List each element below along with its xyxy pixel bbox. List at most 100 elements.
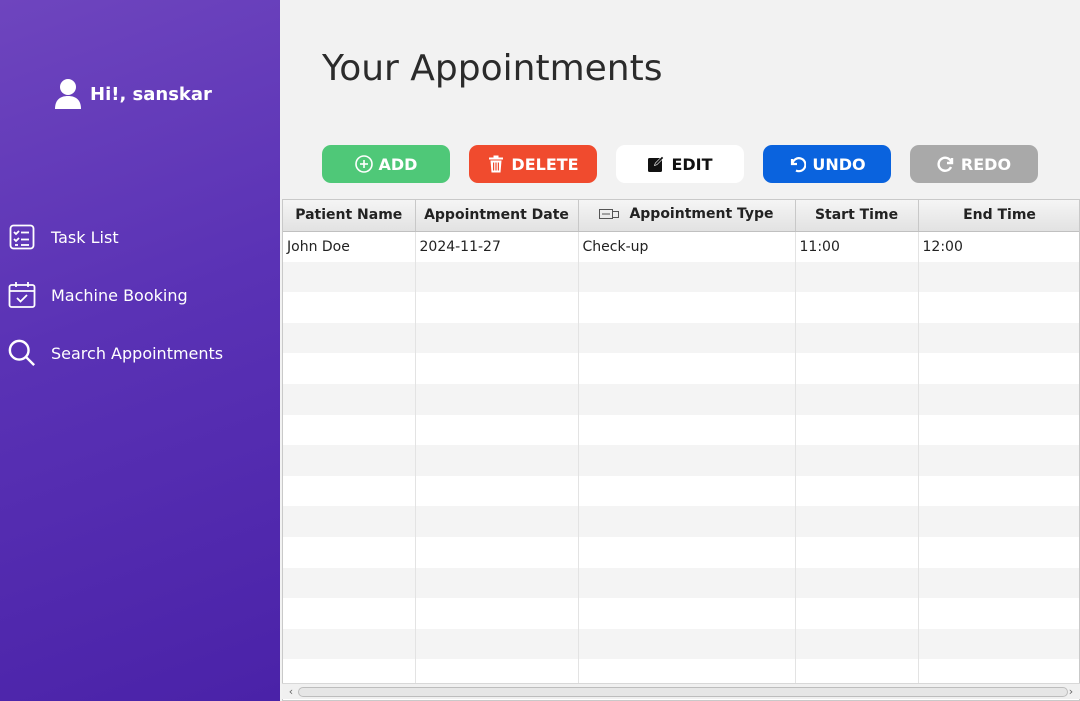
table-row-empty <box>283 414 1079 446</box>
horizontal-scrollbar[interactable]: ‹ › <box>282 683 1080 699</box>
column-header-appointment-type[interactable]: Appointment Type <box>578 200 796 232</box>
empty-cell <box>918 475 1079 507</box>
redo-icon <box>937 156 954 172</box>
empty-cell <box>795 536 919 568</box>
empty-cell <box>578 628 796 660</box>
empty-cell <box>918 383 1079 415</box>
table-row[interactable]: John Doe 2024-11-27 Check-up 11:00 12:00 <box>283 231 1079 262</box>
cell-patient-name: John Doe <box>283 231 416 262</box>
empty-cell <box>795 598 919 629</box>
empty-cell <box>415 628 579 660</box>
plus-circle-icon <box>354 155 373 173</box>
empty-cell <box>918 567 1079 599</box>
empty-cell <box>578 445 796 476</box>
page-title: Your Appointments <box>322 48 663 89</box>
column-header-start-time[interactable]: Start Time <box>795 200 919 232</box>
empty-cell <box>415 506 579 537</box>
empty-cell <box>578 414 796 446</box>
redo-button-label: REDO <box>960 154 1012 174</box>
empty-cell <box>795 445 919 476</box>
empty-cell <box>795 383 919 415</box>
empty-cell <box>918 261 1079 293</box>
add-button-label: ADD <box>378 154 418 174</box>
search-icon <box>8 339 36 367</box>
empty-cell <box>578 261 796 293</box>
empty-cell <box>415 383 579 415</box>
main-panel: Your Appointments ADD DELETE EDIT UNDO R… <box>280 0 1080 701</box>
empty-cell <box>918 322 1079 354</box>
empty-cell <box>415 567 579 599</box>
table-header-row: Patient Name Appointment Date Appointmen… <box>283 200 1079 232</box>
add-button[interactable]: ADD <box>322 145 450 183</box>
table-row-empty <box>283 536 1079 568</box>
empty-cell <box>283 353 416 384</box>
empty-cell <box>918 506 1079 537</box>
edit-icon <box>648 156 665 172</box>
column-header-appointment-date[interactable]: Appointment Date <box>415 200 579 232</box>
edit-button-label: EDIT <box>671 154 713 174</box>
empty-cell <box>283 506 416 537</box>
empty-cell <box>283 567 416 599</box>
table-row-empty <box>283 292 1079 323</box>
empty-cell <box>415 292 579 323</box>
table-row-empty <box>283 475 1079 507</box>
empty-cell <box>578 536 796 568</box>
empty-cell <box>578 292 796 323</box>
table-row-empty <box>283 506 1079 537</box>
sidebar-item-machine-booking[interactable]: Machine Booking <box>0 266 280 324</box>
empty-cell <box>795 567 919 599</box>
empty-cell <box>415 261 579 293</box>
empty-cell <box>578 383 796 415</box>
column-header-end-time[interactable]: End Time <box>918 200 1079 232</box>
sidebar-item-label: Task List <box>51 227 119 247</box>
toolbar: ADD DELETE EDIT UNDO REDO <box>322 145 1038 183</box>
empty-cell <box>415 414 579 446</box>
empty-cell <box>283 628 416 660</box>
column-menu-icon <box>599 209 620 220</box>
table-row-empty <box>283 628 1079 660</box>
empty-cell <box>283 322 416 354</box>
empty-cell <box>283 598 416 629</box>
undo-button[interactable]: UNDO <box>763 145 891 183</box>
edit-button[interactable]: EDIT <box>616 145 744 183</box>
task-list-icon <box>8 223 36 251</box>
empty-cell <box>795 353 919 384</box>
empty-cell <box>415 536 579 568</box>
scroll-right-icon[interactable]: › <box>1064 684 1078 700</box>
cell-appointment-date: 2024-11-27 <box>415 231 579 262</box>
sidebar-item-search-appointments[interactable]: Search Appointments <box>0 324 280 382</box>
scrollbar-thumb[interactable] <box>298 687 1068 697</box>
empty-cell <box>578 475 796 507</box>
empty-cell <box>795 628 919 660</box>
cell-start-time: 11:00 <box>795 231 919 262</box>
empty-cell <box>918 598 1079 629</box>
empty-cell <box>578 506 796 537</box>
table-row-empty <box>283 598 1079 629</box>
column-header-patient-name[interactable]: Patient Name <box>283 200 416 232</box>
appointments-table: Patient Name Appointment Date Appointmen… <box>282 199 1080 701</box>
empty-cell <box>415 353 579 384</box>
table-row-empty <box>283 383 1079 415</box>
sidebar: Hi!, sanskar Task List Machine Booking S… <box>0 0 280 701</box>
empty-cell <box>578 567 796 599</box>
table-row-empty <box>283 261 1079 293</box>
redo-button[interactable]: REDO <box>910 145 1038 183</box>
delete-button-label: DELETE <box>511 154 579 174</box>
table-body: John Doe 2024-11-27 Check-up 11:00 12:00 <box>283 231 1079 690</box>
sidebar-item-task-list[interactable]: Task List <box>0 208 280 266</box>
table-row-empty <box>283 567 1079 599</box>
empty-cell <box>415 598 579 629</box>
empty-cell <box>795 506 919 537</box>
user-greeting: Hi!, sanskar <box>54 78 212 110</box>
undo-button-label: UNDO <box>812 154 866 174</box>
empty-cell <box>918 536 1079 568</box>
sidebar-item-label: Search Appointments <box>51 343 224 363</box>
delete-button[interactable]: DELETE <box>469 145 597 183</box>
table-row-empty <box>283 353 1079 384</box>
empty-cell <box>578 322 796 354</box>
cell-end-time: 12:00 <box>918 231 1079 262</box>
empty-cell <box>578 353 796 384</box>
scroll-left-icon[interactable]: ‹ <box>284 684 298 700</box>
table-row-empty <box>283 445 1079 476</box>
cell-appointment-type: Check-up <box>578 231 796 262</box>
